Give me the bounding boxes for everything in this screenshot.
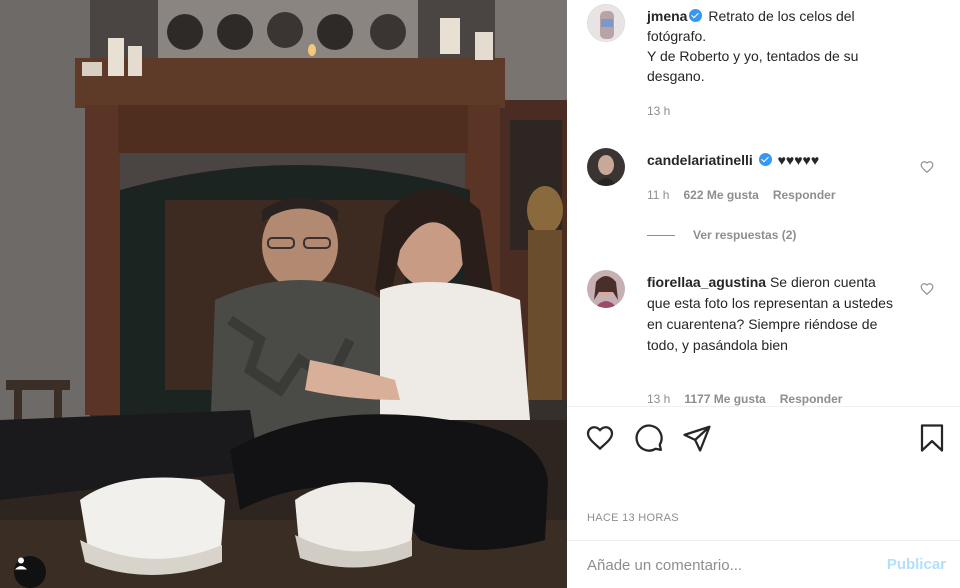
- reply-button[interactable]: Responder: [780, 392, 843, 406]
- comment-time[interactable]: 11 h: [647, 188, 669, 202]
- caption-line: Retrato de los celos del: [708, 8, 855, 24]
- comment-item: fiorellaa_agustina Se dieron cuenta que …: [567, 262, 960, 406]
- comment-time[interactable]: 13 h: [647, 392, 670, 406]
- add-comment-bar: Publicar: [567, 540, 960, 588]
- comment-body: ♥♥♥♥♥: [777, 152, 820, 168]
- view-replies-button[interactable]: Ver respuestas (2): [647, 228, 796, 242]
- avatar[interactable]: [587, 270, 625, 308]
- bookmark-icon[interactable]: [917, 423, 947, 453]
- divider: [647, 234, 675, 236]
- post-timestamp[interactable]: HACE 13 HORAS: [587, 512, 679, 524]
- avatar[interactable]: [587, 148, 625, 186]
- caption-line: Y de Roberto y yo, tentados de su: [647, 48, 859, 64]
- comment-username[interactable]: candelariatinelli: [647, 152, 753, 168]
- caption-line: desgano.: [647, 68, 705, 84]
- comment-icon[interactable]: [634, 423, 664, 453]
- comment-likes[interactable]: 1177 Me gusta: [684, 392, 765, 406]
- post-username[interactable]: jmena: [647, 8, 687, 24]
- heart-icon[interactable]: [920, 282, 934, 296]
- publish-button[interactable]: Publicar: [887, 556, 946, 573]
- comment-input[interactable]: [587, 553, 877, 577]
- heart-icon[interactable]: [920, 160, 934, 174]
- view-replies-label: Ver respuestas (2): [693, 228, 797, 242]
- comment-text: fiorellaa_agustina Se dieron cuenta que …: [647, 272, 897, 356]
- heart-icon[interactable]: [585, 423, 615, 453]
- caption-text: jmena Retrato de los celos del fotógrafo…: [647, 6, 947, 86]
- comment-item: candelariatinelli ♥♥♥♥♥ 11 h 622 Me gust…: [567, 140, 960, 260]
- comment-username[interactable]: fiorellaa_agustina: [647, 274, 766, 290]
- verified-badge-icon: [758, 153, 772, 166]
- photo-scene: [0, 0, 567, 588]
- verified-badge-icon: [689, 9, 703, 22]
- post-caption: jmena Retrato de los celos del fotógrafo…: [567, 0, 960, 130]
- caption-time[interactable]: 13 h: [647, 104, 670, 118]
- comment-meta: 13 h 1177 Me gusta Responder: [647, 392, 842, 406]
- comment-likes[interactable]: 622 Me gusta: [683, 188, 758, 202]
- post-side-panel: jmena Retrato de los celos del fotógrafo…: [567, 0, 960, 588]
- reply-button[interactable]: Responder: [773, 188, 836, 202]
- comment-text: candelariatinelli ♥♥♥♥♥: [647, 150, 897, 171]
- avatar[interactable]: [587, 4, 625, 42]
- share-icon[interactable]: [682, 423, 712, 453]
- post-photo: [0, 0, 567, 588]
- user-tag-icon[interactable]: [14, 556, 46, 588]
- caption-line: fotógrafo.: [647, 28, 707, 44]
- comment-meta: 11 h 622 Me gusta Responder: [647, 188, 836, 202]
- action-bar: [567, 406, 960, 468]
